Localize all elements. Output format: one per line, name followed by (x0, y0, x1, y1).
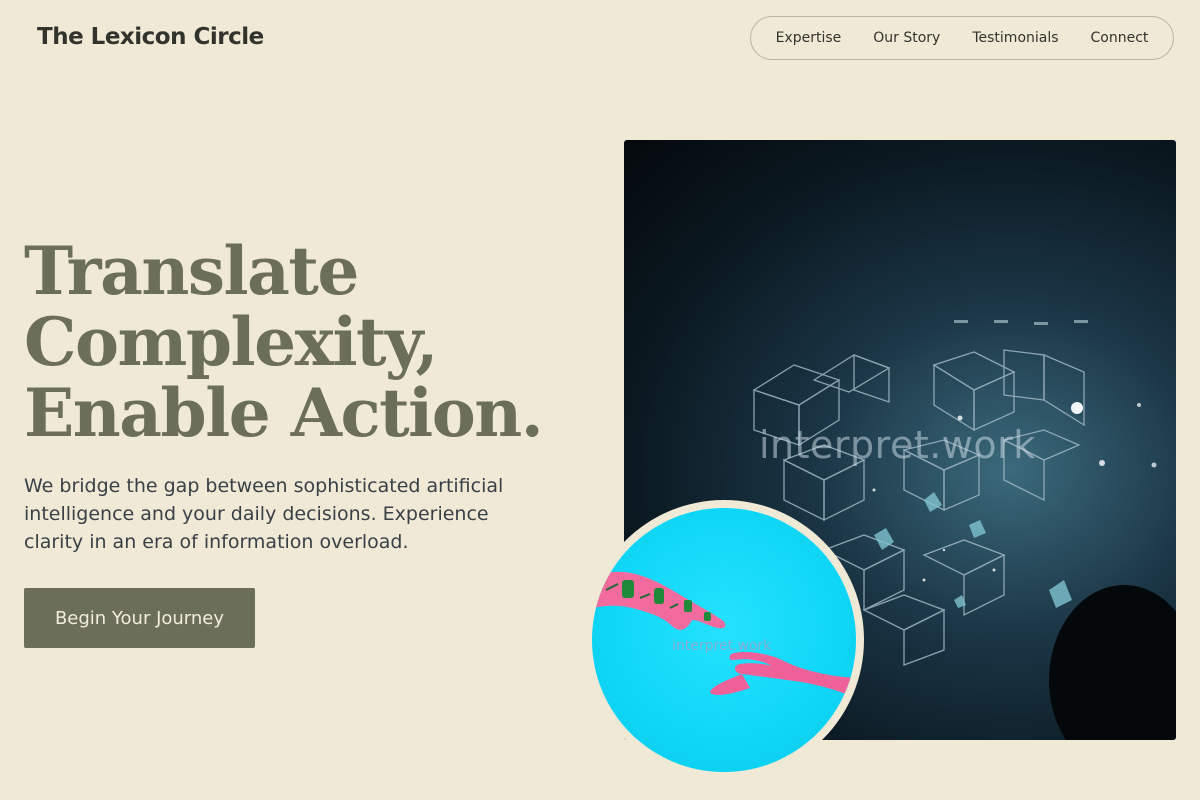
main-image-watermark: interpret.work (759, 423, 1036, 467)
hero-title-line-2: Complexity, (24, 303, 439, 381)
nav-item-expertise[interactable]: Expertise (776, 30, 842, 46)
nav-item-our-story[interactable]: Our Story (873, 30, 940, 46)
hero-subtitle: We bridge the gap between sophisticated … (24, 475, 504, 553)
begin-journey-button[interactable]: Begin Your Journey (24, 588, 255, 648)
nav-item-connect[interactable]: Connect (1091, 30, 1149, 46)
hands-image: interpret.work (592, 508, 856, 772)
circle-image-frame: interpret.work (584, 500, 864, 780)
hero-title-line-3: Enable Action. (24, 374, 544, 452)
brand-logo[interactable]: The Lexicon Circle (37, 24, 264, 50)
top-navigation: Expertise Our Story Testimonials Connect (750, 16, 1174, 60)
circle-image-watermark: interpret.work (672, 638, 772, 654)
nav-item-testimonials[interactable]: Testimonials (972, 30, 1058, 46)
hero-title: Translate Complexity, Enable Action. (24, 236, 584, 449)
hero-title-line-1: Translate (24, 232, 359, 310)
